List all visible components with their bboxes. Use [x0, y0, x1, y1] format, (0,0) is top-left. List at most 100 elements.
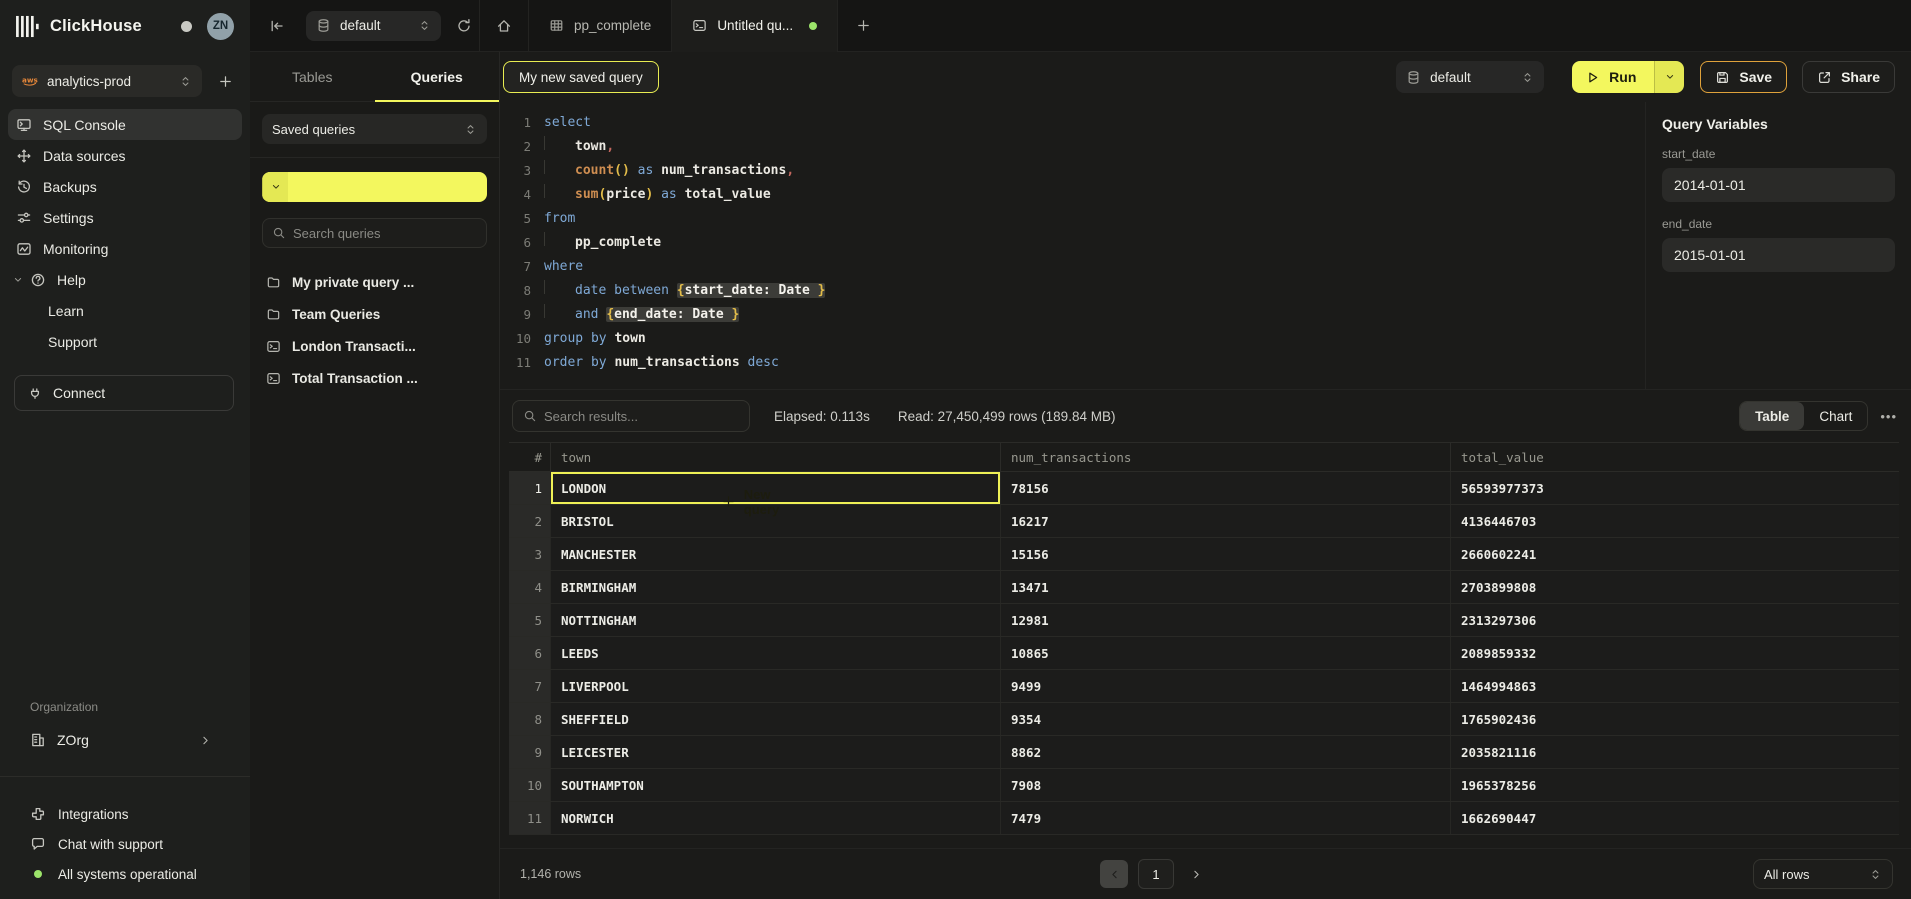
- sidebar-footer-chat-with-support[interactable]: Chat with support: [0, 829, 250, 859]
- save-button[interactable]: Save: [1700, 61, 1787, 93]
- code-line[interactable]: 3count() as num_transactions,: [500, 159, 1645, 183]
- notification-dot-icon[interactable]: [181, 21, 192, 32]
- search-results-input[interactable]: [544, 409, 739, 424]
- tab-tables[interactable]: Tables: [250, 52, 375, 101]
- new-tab-button[interactable]: [848, 11, 878, 41]
- avatar[interactable]: ZN: [207, 13, 234, 40]
- run-database-selector[interactable]: default: [1396, 61, 1544, 93]
- cell-town[interactable]: BIRMINGHAM: [551, 571, 1001, 603]
- cell-total-value[interactable]: 56593977373: [1451, 472, 1899, 504]
- home-button[interactable]: [489, 11, 519, 41]
- new-query-caret[interactable]: [262, 172, 288, 202]
- share-button[interactable]: Share: [1802, 61, 1895, 93]
- sidebar-footer-all-systems-operational[interactable]: All systems operational: [0, 859, 250, 889]
- table-row[interactable]: 2BRISTOL162174136446703: [509, 505, 1899, 538]
- code-line[interactable]: 2town,: [500, 135, 1645, 159]
- table-row[interactable]: 6LEEDS108652089859332: [509, 637, 1899, 670]
- code-line[interactable]: 4sum(price) as total_value: [500, 183, 1645, 207]
- page-number-input[interactable]: [1138, 859, 1174, 889]
- database-selector[interactable]: default: [306, 11, 441, 41]
- topbar-tab-pp-complete[interactable]: pp_complete: [529, 0, 672, 52]
- collapse-sidebar-button[interactable]: [262, 11, 292, 41]
- code-line[interactable]: 5from: [500, 207, 1645, 231]
- variable-input-end-date[interactable]: [1662, 238, 1895, 272]
- sidebar-item-sql-console[interactable]: SQL Console: [8, 109, 242, 140]
- column-header-total-value[interactable]: total_value: [1451, 443, 1899, 471]
- cell-town[interactable]: LEICESTER: [551, 736, 1001, 768]
- sidebar-item-learn[interactable]: Learn: [8, 295, 242, 326]
- code-line[interactable]: 7where: [500, 255, 1645, 279]
- column-header-num-transactions[interactable]: num_transactions: [1001, 443, 1451, 471]
- table-row[interactable]: 3MANCHESTER151562660602241: [509, 538, 1899, 571]
- run-options-caret[interactable]: [1654, 61, 1684, 93]
- cell-total-value[interactable]: 2035821116: [1451, 736, 1899, 768]
- sidebar-item-settings[interactable]: Settings: [8, 202, 242, 233]
- cell-town[interactable]: LEEDS: [551, 637, 1001, 669]
- saved-query-tab[interactable]: My new saved query: [503, 61, 659, 93]
- query-list-item-my-private-query[interactable]: My private query ...: [262, 266, 487, 298]
- sql-editor[interactable]: 1select2town,3count() as num_transaction…: [500, 102, 1645, 389]
- view-tab-table[interactable]: Table: [1740, 402, 1804, 430]
- code-line[interactable]: 6pp_complete: [500, 231, 1645, 255]
- table-row[interactable]: 9LEICESTER88622035821116: [509, 736, 1899, 769]
- cell-total-value[interactable]: 4136446703: [1451, 505, 1899, 537]
- table-row[interactable]: 7LIVERPOOL94991464994863: [509, 670, 1899, 703]
- sidebar-footer-integrations[interactable]: Integrations: [0, 799, 250, 829]
- cell-town[interactable]: SOUTHAMPTON: [551, 769, 1001, 801]
- view-tab-chart[interactable]: Chart: [1804, 402, 1867, 430]
- cell-num-transactions[interactable]: 9354: [1001, 703, 1451, 735]
- cell-total-value[interactable]: 1765902436: [1451, 703, 1899, 735]
- query-list-item-london-transacti[interactable]: London Transacti...: [262, 330, 487, 362]
- page-size-selector[interactable]: All rows: [1753, 859, 1893, 889]
- sidebar-item-help[interactable]: Help: [8, 264, 242, 295]
- cell-num-transactions[interactable]: 7908: [1001, 769, 1451, 801]
- connect-button[interactable]: Connect: [14, 375, 234, 411]
- table-row[interactable]: 8SHEFFIELD93541765902436: [509, 703, 1899, 736]
- cell-num-transactions[interactable]: 16217: [1001, 505, 1451, 537]
- cell-num-transactions[interactable]: 8862: [1001, 736, 1451, 768]
- cell-num-transactions[interactable]: 78156: [1001, 472, 1451, 504]
- code-line[interactable]: 8date between {start_date: Date }: [500, 279, 1645, 303]
- search-queries-input[interactable]: [293, 226, 477, 241]
- cell-num-transactions[interactable]: 13471: [1001, 571, 1451, 603]
- cell-total-value[interactable]: 1965378256: [1451, 769, 1899, 801]
- cell-total-value[interactable]: 2660602241: [1451, 538, 1899, 570]
- code-line[interactable]: 11order by num_transactions desc: [500, 351, 1645, 375]
- workspace-selector[interactable]: aws analytics-prod: [12, 65, 202, 97]
- table-row[interactable]: 4BIRMINGHAM134712703899808: [509, 571, 1899, 604]
- query-list-item-team-queries[interactable]: Team Queries: [262, 298, 487, 330]
- sidebar-item-monitoring[interactable]: Monitoring: [8, 233, 242, 264]
- cell-num-transactions[interactable]: 12981: [1001, 604, 1451, 636]
- cell-town[interactable]: NORWICH: [551, 802, 1001, 834]
- saved-queries-filter[interactable]: Saved queries: [262, 114, 487, 144]
- cell-total-value[interactable]: 1662690447: [1451, 802, 1899, 834]
- column-header-index[interactable]: #: [509, 443, 551, 471]
- query-list-item-total-transaction[interactable]: Total Transaction ...: [262, 362, 487, 394]
- column-header-town[interactable]: town: [551, 443, 1001, 471]
- table-row[interactable]: 11NORWICH74791662690447: [509, 802, 1899, 835]
- cell-town[interactable]: SHEFFIELD: [551, 703, 1001, 735]
- previous-page-button[interactable]: [1100, 860, 1128, 888]
- new-query-button[interactable]: New query: [262, 172, 487, 202]
- table-row[interactable]: 1LONDON7815656593977373: [509, 472, 1899, 505]
- cell-town[interactable]: LIVERPOOL: [551, 670, 1001, 702]
- cell-total-value[interactable]: 2703899808: [1451, 571, 1899, 603]
- cell-town[interactable]: MANCHESTER: [551, 538, 1001, 570]
- organization-switcher[interactable]: ZOrg: [0, 724, 250, 756]
- table-row[interactable]: 10SOUTHAMPTON79081965378256: [509, 769, 1899, 802]
- variable-input-start-date[interactable]: [1662, 168, 1895, 202]
- cell-num-transactions[interactable]: 10865: [1001, 637, 1451, 669]
- cell-num-transactions[interactable]: 9499: [1001, 670, 1451, 702]
- code-line[interactable]: 1select: [500, 111, 1645, 135]
- sidebar-item-data-sources[interactable]: Data sources: [8, 140, 242, 171]
- sidebar-item-support[interactable]: Support: [8, 326, 242, 357]
- more-options-button[interactable]: •••: [1880, 409, 1897, 424]
- topbar-tab-untitled-qu[interactable]: Untitled qu...: [672, 0, 838, 52]
- tab-queries[interactable]: Queries: [375, 52, 500, 101]
- code-line[interactable]: 10group by town: [500, 327, 1645, 351]
- code-line[interactable]: 9and {end_date: Date }: [500, 303, 1645, 327]
- cell-total-value[interactable]: 2089859332: [1451, 637, 1899, 669]
- cell-town[interactable]: NOTTINGHAM: [551, 604, 1001, 636]
- next-page-button[interactable]: [1184, 862, 1208, 886]
- run-button[interactable]: Run: [1572, 61, 1684, 93]
